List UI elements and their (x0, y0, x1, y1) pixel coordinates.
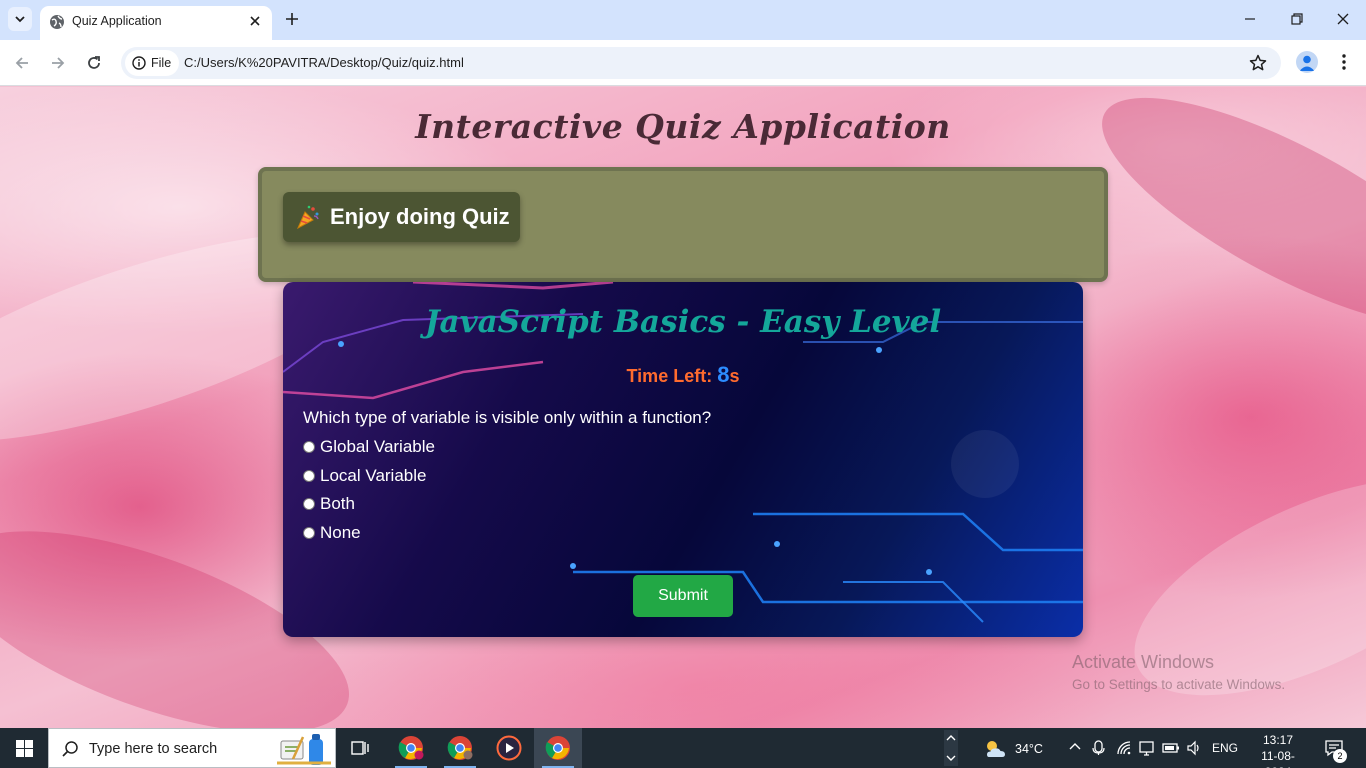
quiz-card: JavaScript Basics - Easy Level Time Left… (283, 282, 1083, 637)
globe-icon (50, 15, 64, 29)
show-hidden-icons-chevron-icon[interactable] (1068, 740, 1082, 754)
option-label: Both (320, 494, 355, 514)
display-icon[interactable] (1139, 740, 1155, 756)
task-view-button[interactable] (336, 728, 384, 768)
volume-icon[interactable] (1186, 740, 1202, 756)
language-indicator[interactable]: ENG (1212, 741, 1238, 755)
chevron-down-icon (15, 16, 25, 23)
site-info-chip[interactable]: File (125, 50, 180, 76)
play-icon (496, 735, 522, 761)
radio-button[interactable] (303, 441, 315, 454)
enjoy-quiz-button[interactable]: Enjoy doing Quiz (283, 192, 520, 242)
time-label: Time Left: (626, 366, 718, 386)
option-both[interactable]: Both (303, 490, 435, 519)
page-content: Interactive Quiz Application Enjoy doing… (0, 87, 1366, 728)
time-unit: s (729, 366, 740, 386)
windows-taskbar: Type here to search 34°C ENG 13:17 11-08… (0, 728, 1366, 768)
minimize-icon[interactable] (1243, 12, 1257, 26)
search-highlight-graphic (277, 734, 331, 765)
back-arrow-icon[interactable] (13, 54, 31, 72)
url-text[interactable]: C:/Users/K%20PAVITRA/Desktop/Quiz/quiz.h… (184, 55, 464, 70)
chrome-profile-1-button[interactable] (387, 728, 435, 768)
submit-button[interactable]: Submit (633, 575, 733, 617)
battery-icon[interactable] (1162, 740, 1180, 756)
window-close-icon[interactable] (1336, 12, 1350, 26)
option-none[interactable]: None (303, 519, 435, 548)
quiz-banner: Enjoy doing Quiz (258, 167, 1108, 282)
answer-options: Global Variable Local Variable Both None (303, 433, 435, 547)
taskbar-search-box[interactable]: Type here to search (48, 728, 336, 768)
search-icon (62, 741, 78, 757)
radio-button[interactable] (303, 498, 315, 511)
activate-windows-subtitle: Go to Settings to activate Windows. (1072, 677, 1286, 692)
new-tab-icon[interactable] (282, 9, 302, 29)
info-icon (132, 56, 146, 70)
radio-button[interactable] (303, 526, 315, 539)
reload-icon[interactable] (85, 54, 103, 72)
bookmark-star-icon[interactable] (1248, 53, 1268, 73)
taskbar-clock[interactable]: 13:17 11-08-2024 (1248, 732, 1308, 768)
close-icon[interactable] (248, 14, 262, 28)
address-bar[interactable]: File C:/Users/K%20PAVITRA/Desktop/Quiz/q… (121, 47, 1281, 79)
meet-now-icon[interactable] (1092, 740, 1106, 756)
party-popper-icon (296, 205, 319, 230)
tab-quiz-application[interactable]: Quiz Application (40, 6, 272, 40)
tab-title: Quiz Application (72, 14, 162, 28)
clock-date: 11-08-2024 (1261, 749, 1295, 768)
task-view-icon (351, 741, 369, 755)
chrome-icon (545, 736, 570, 760)
restore-icon[interactable] (1290, 12, 1304, 26)
activate-windows-title: Activate Windows (1072, 652, 1215, 672)
chrome-profile-2-button[interactable] (436, 728, 484, 768)
timer: Time Left: 8s (283, 362, 1083, 388)
browser-tab-bar: Quiz Application (0, 0, 1366, 40)
option-label: Global Variable (320, 437, 435, 457)
quiz-heading: JavaScript Basics - Easy Level (424, 304, 942, 340)
media-player-button[interactable] (485, 728, 533, 768)
windows-start-icon[interactable] (16, 740, 33, 757)
wifi-icon[interactable] (1116, 740, 1132, 756)
more-menu-icon[interactable] (1334, 52, 1354, 72)
search-placeholder: Type here to search (89, 741, 218, 757)
partly-cloudy-icon (987, 741, 1005, 757)
browser-toolbar: File C:/Users/K%20PAVITRA/Desktop/Quiz/q… (0, 40, 1366, 86)
person-icon (1299, 55, 1315, 71)
option-local-variable[interactable]: Local Variable (303, 462, 435, 491)
radio-button[interactable] (303, 469, 315, 482)
enjoy-quiz-label: Enjoy doing Quiz (330, 204, 510, 229)
chrome-icon (447, 736, 473, 760)
profile-avatar[interactable] (1296, 51, 1318, 73)
taskbar-scroll-arrows-icon[interactable] (944, 730, 958, 766)
tab-search-button[interactable] (8, 7, 32, 31)
question-text: Which type of variable is visible only w… (303, 408, 712, 427)
option-label: Local Variable (320, 465, 427, 485)
time-value: 8 (717, 362, 730, 387)
notification-count-badge: 2 (1333, 749, 1347, 763)
clock-time: 13:17 (1262, 733, 1294, 747)
chrome-icon (398, 736, 424, 760)
weather-widget[interactable]: 34°C (983, 738, 1043, 760)
option-global-variable[interactable]: Global Variable (303, 433, 435, 462)
forward-arrow-icon[interactable] (49, 54, 67, 72)
option-label: None (320, 522, 361, 542)
page-title: Interactive Quiz Application (415, 107, 951, 146)
weather-temperature: 34°C (1015, 742, 1043, 756)
chip-label: File (151, 56, 172, 70)
chrome-active-button[interactable] (534, 728, 582, 768)
